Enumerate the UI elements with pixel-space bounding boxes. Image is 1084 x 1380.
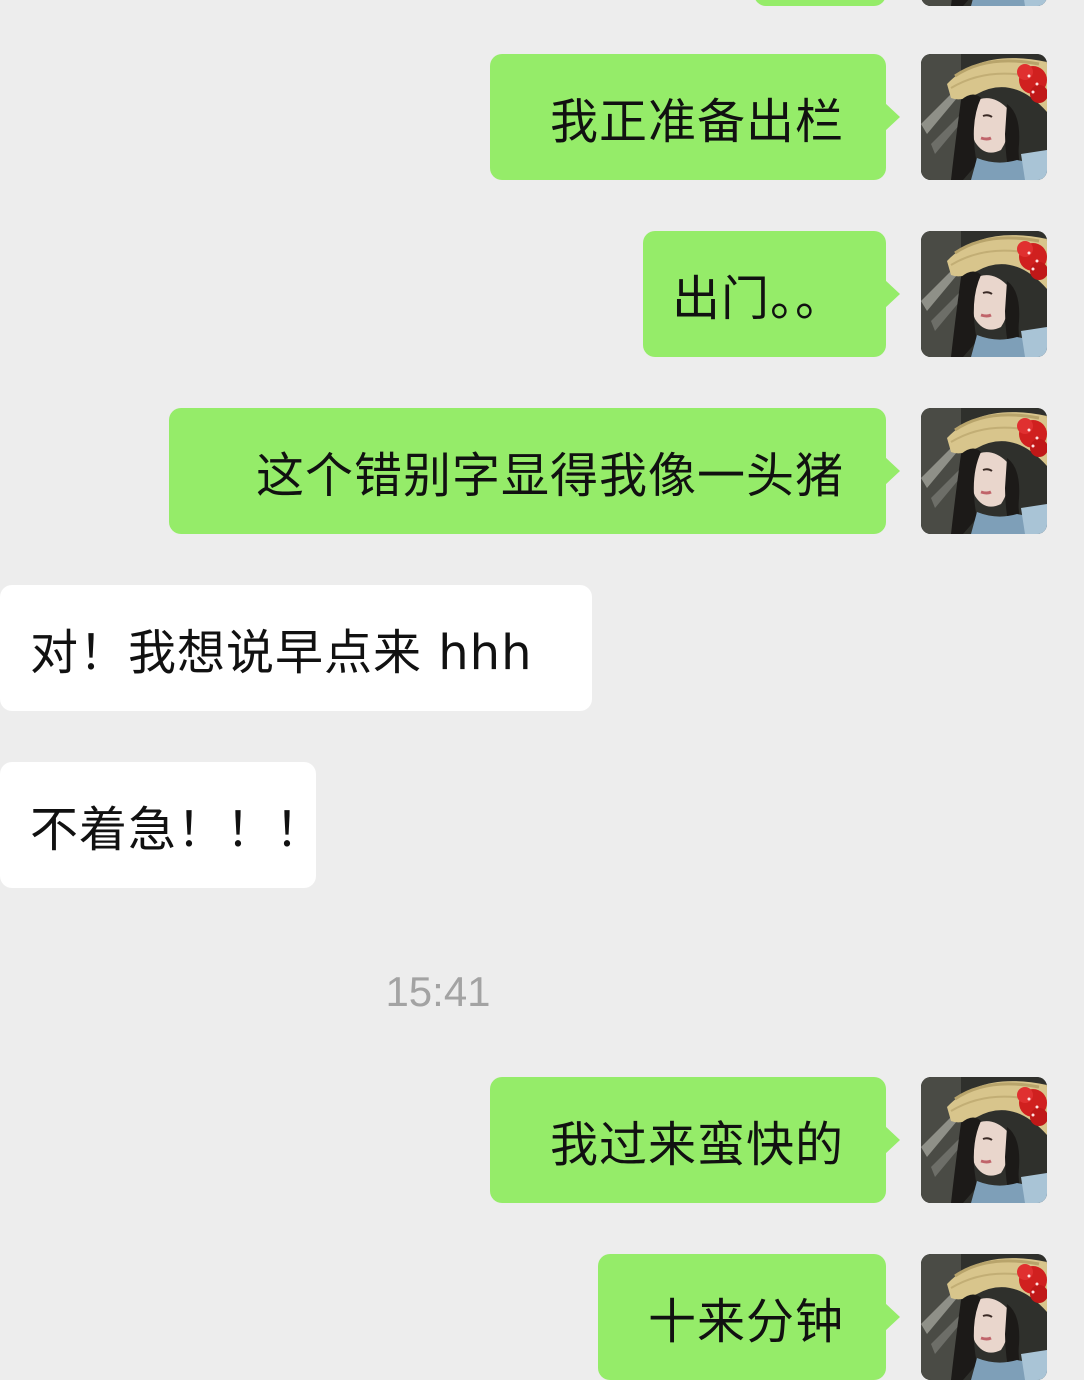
message-text: 这个错别字显得我像一头猪: [255, 448, 844, 504]
message-bubble-incoming[interactable]: 对！我想说早点来 hhh: [0, 585, 592, 711]
message-bubble-outgoing[interactable]: 这个错别字显得我像一头猪: [169, 408, 900, 534]
message-text: 不着急！！！: [30, 802, 325, 858]
avatar[interactable]: [921, 1254, 1047, 1380]
avatar[interactable]: [921, 1077, 1047, 1203]
avatar[interactable]: [921, 0, 1047, 6]
message-timestamp: 15:41: [385, 968, 491, 1015]
avatar[interactable]: [921, 231, 1047, 357]
message-text: 出门。。: [671, 271, 844, 327]
avatar-image: [921, 231, 1047, 357]
message-bubble-incoming[interactable]: 不着急！！！: [0, 762, 323, 888]
message-text: 对！我想说早点来 hhh: [30, 625, 533, 681]
message-bubble-outgoing[interactable]: 我过来蛮快的: [490, 1077, 900, 1203]
message-text: 我过来蛮快的: [549, 1117, 844, 1173]
message-text: 我正准备出栏: [549, 94, 844, 150]
chat-message-list[interactable]: 我正准备出栏 出门。。 这个错别字显得我像一头猪 对！我想说早点来 hhh 不着…: [0, 0, 1084, 1380]
avatar[interactable]: [921, 54, 1047, 180]
message-text: 十来分钟: [647, 1294, 844, 1350]
avatar[interactable]: [921, 408, 1047, 534]
message-bubble-outgoing[interactable]: 我正准备出栏: [490, 54, 900, 180]
message-bubble-outgoing[interactable]: 出门。。: [643, 231, 900, 357]
message-bubble-clipped: [754, 0, 886, 6]
avatar-image: [921, 0, 1047, 6]
avatar-image: [921, 54, 1047, 180]
avatar-image: [921, 1077, 1047, 1203]
message-bubble-outgoing[interactable]: 十来分钟: [598, 1254, 900, 1380]
avatar-image: [921, 1254, 1047, 1380]
avatar-image: [921, 408, 1047, 534]
